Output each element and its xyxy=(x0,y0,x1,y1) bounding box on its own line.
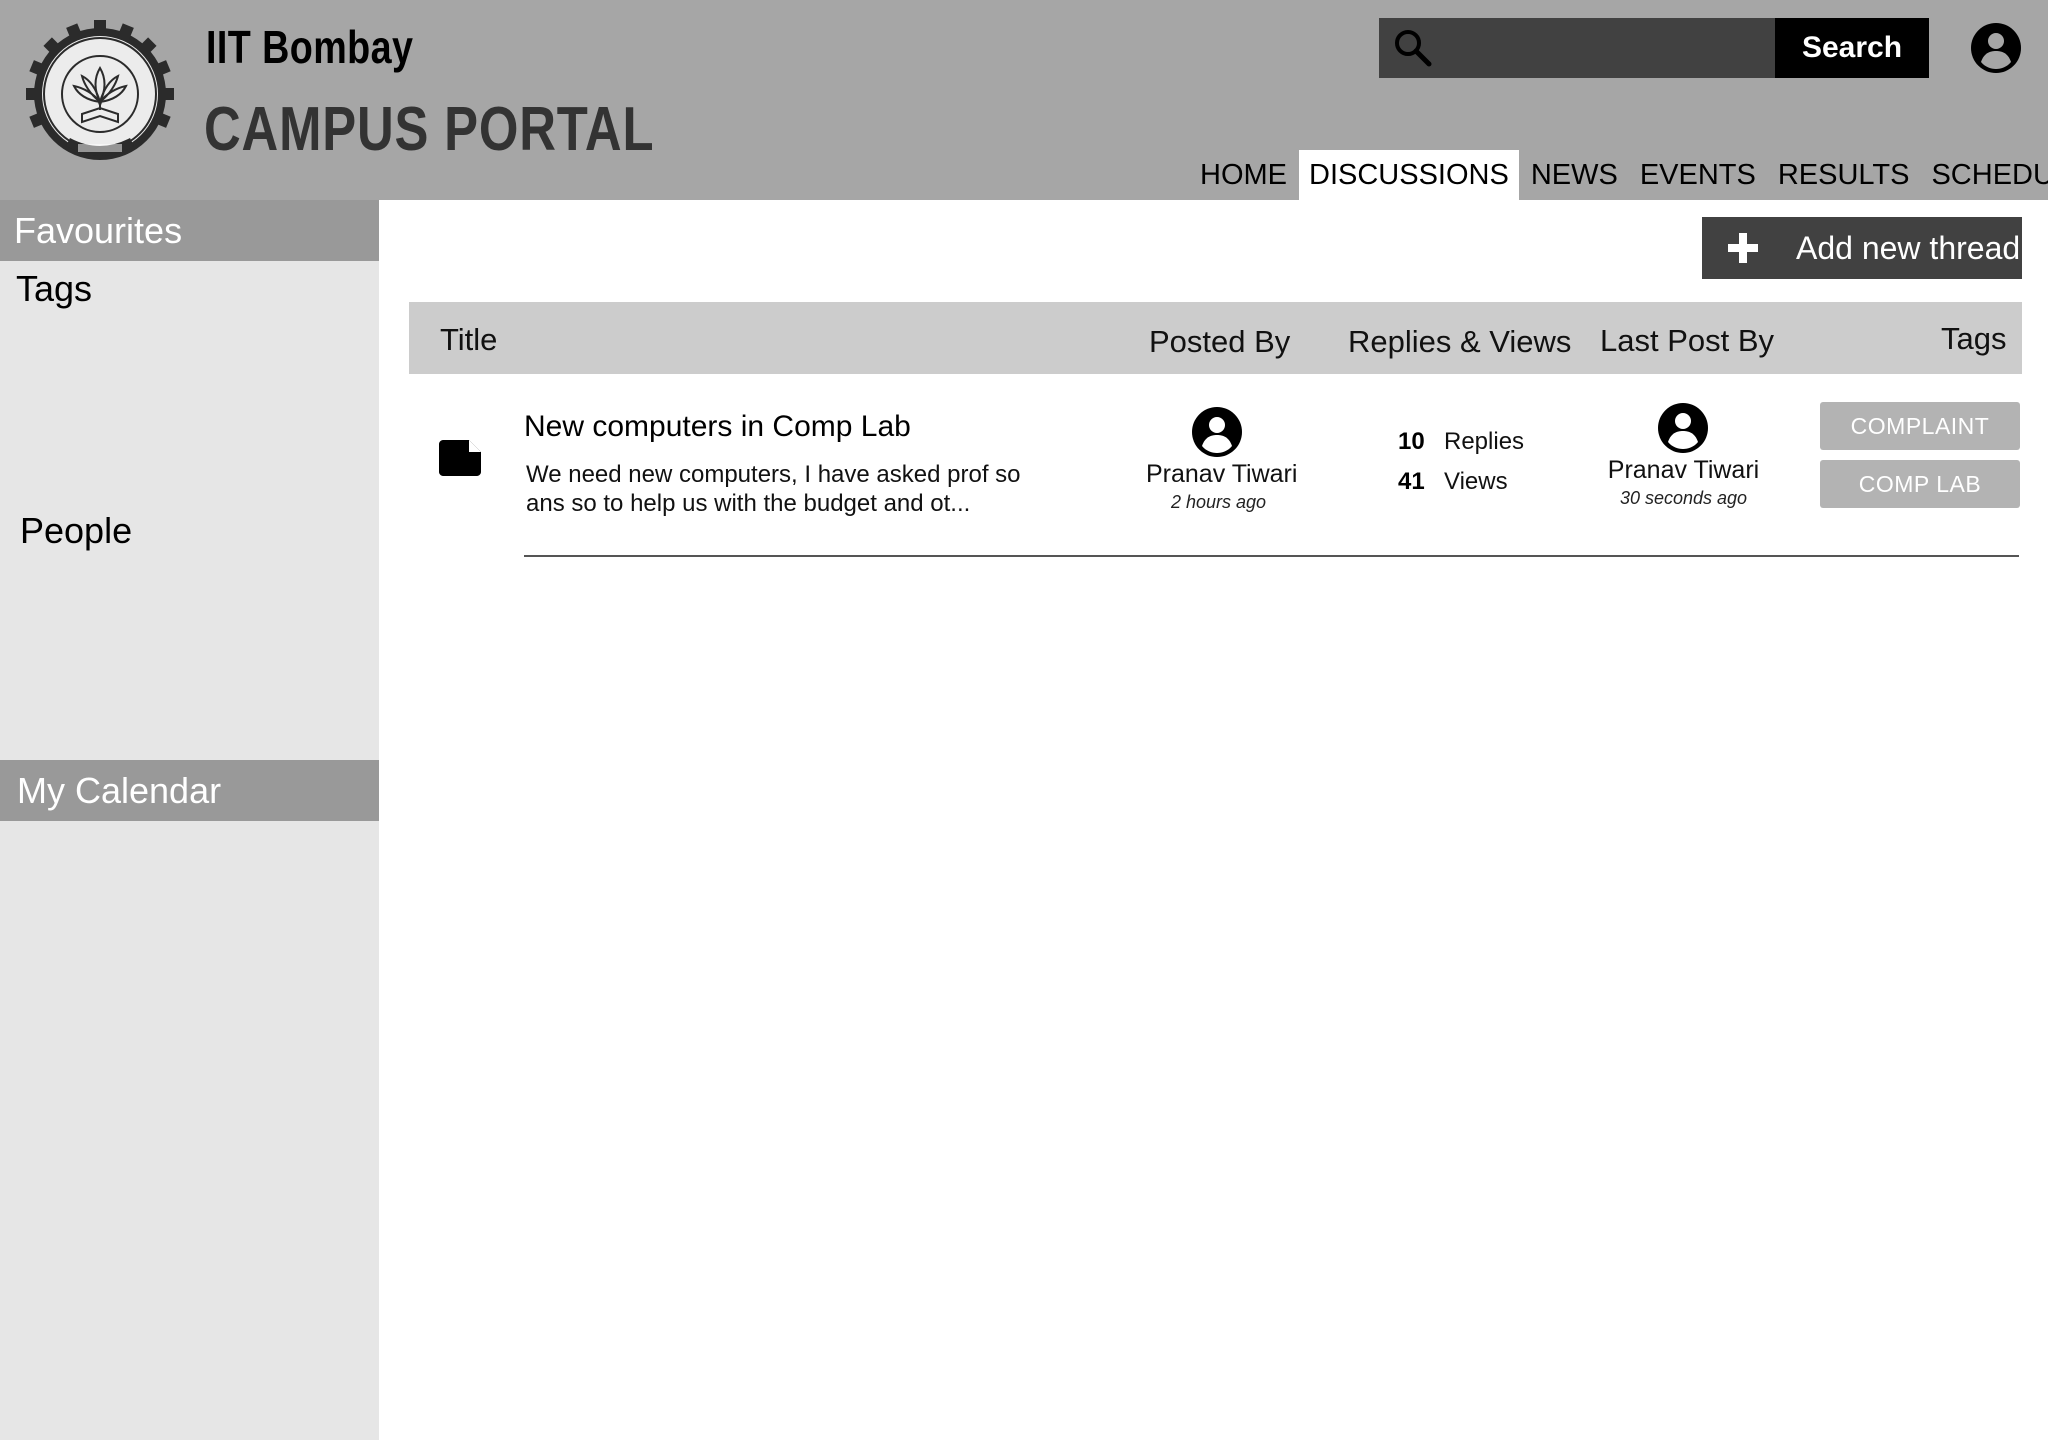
tag-complaint[interactable]: COMPLAINT xyxy=(1820,402,2020,450)
column-last-post-by[interactable]: Last Post By xyxy=(1600,323,1774,359)
nav-news[interactable]: NEWS xyxy=(1521,150,1628,200)
last-post-time: 30 seconds ago xyxy=(1619,488,1748,508)
search-button[interactable]: Search xyxy=(1775,18,1929,78)
main-nav: HOME DISCUSSIONS NEWS EVENTS RESULTS SCH… xyxy=(1190,150,2048,200)
plus-icon xyxy=(1728,233,1758,263)
add-new-thread-button[interactable]: Add new thread xyxy=(1702,217,2022,279)
posted-by-name[interactable]: Pranav Tiwari xyxy=(1146,460,1297,489)
column-tags[interactable]: Tags xyxy=(1941,321,2006,357)
thread-document-icon xyxy=(439,440,481,476)
top-header: IIT Bombay CAMPUS PORTAL Search HOME DIS… xyxy=(0,0,2048,200)
people-section-label: People xyxy=(20,510,133,551)
nav-results[interactable]: RESULTS xyxy=(1768,150,1920,200)
search-input[interactable] xyxy=(1439,26,1759,70)
tag-comp-lab[interactable]: COMP LAB xyxy=(1820,460,2020,508)
portal-title: CAMPUS PORTAL xyxy=(204,95,655,164)
posted-by-avatar-icon[interactable] xyxy=(1191,406,1243,458)
tags-section-label: Tags xyxy=(16,268,93,309)
thread-excerpt: We need new computers, I have asked prof… xyxy=(526,461,1021,517)
add-new-thread-label: Add new thread xyxy=(1796,229,2021,266)
nav-events[interactable]: EVENTS xyxy=(1630,150,1766,200)
replies-count: 10 xyxy=(1398,428,1425,455)
column-replies-views[interactable]: Replies & Views xyxy=(1348,324,1571,360)
my-calendar-header[interactable]: My Calendar xyxy=(0,760,379,821)
iit-bombay-seal-icon xyxy=(26,20,174,160)
last-post-by-name[interactable]: Pranav Tiwari xyxy=(1606,456,1761,485)
nav-home[interactable]: HOME xyxy=(1190,150,1297,200)
favourites-header[interactable]: Favourites xyxy=(0,200,379,261)
row-divider xyxy=(524,555,2019,557)
column-title[interactable]: Title xyxy=(440,322,497,358)
thread-row[interactable]: New computers in Comp Lab We need new co… xyxy=(409,374,2022,558)
threads-table-header: Title Posted By Replies & Views Last Pos… xyxy=(409,302,2022,374)
campus-portal-page: IIT Bombay CAMPUS PORTAL Search HOME DIS… xyxy=(0,0,2048,1440)
views-count: 41 xyxy=(1398,468,1425,495)
nav-schedules[interactable]: SCHEDULES xyxy=(1921,150,2048,200)
account-avatar-icon[interactable] xyxy=(1970,22,2022,74)
replies-label: Replies xyxy=(1444,428,1525,455)
posted-time: 2 hours ago xyxy=(1170,492,1267,512)
thread-title[interactable]: New computers in Comp Lab xyxy=(524,410,911,444)
search-icon xyxy=(1395,30,1432,67)
sidebar: Favourites Tags People My Calendar xyxy=(0,200,379,1440)
column-posted-by[interactable]: Posted By xyxy=(1149,324,1290,360)
last-post-avatar-icon[interactable] xyxy=(1657,402,1709,454)
brand-name: IIT Bombay xyxy=(206,21,414,73)
nav-discussions[interactable]: DISCUSSIONS xyxy=(1299,150,1519,200)
views-label: Views xyxy=(1444,468,1508,495)
search-box xyxy=(1379,18,1775,78)
